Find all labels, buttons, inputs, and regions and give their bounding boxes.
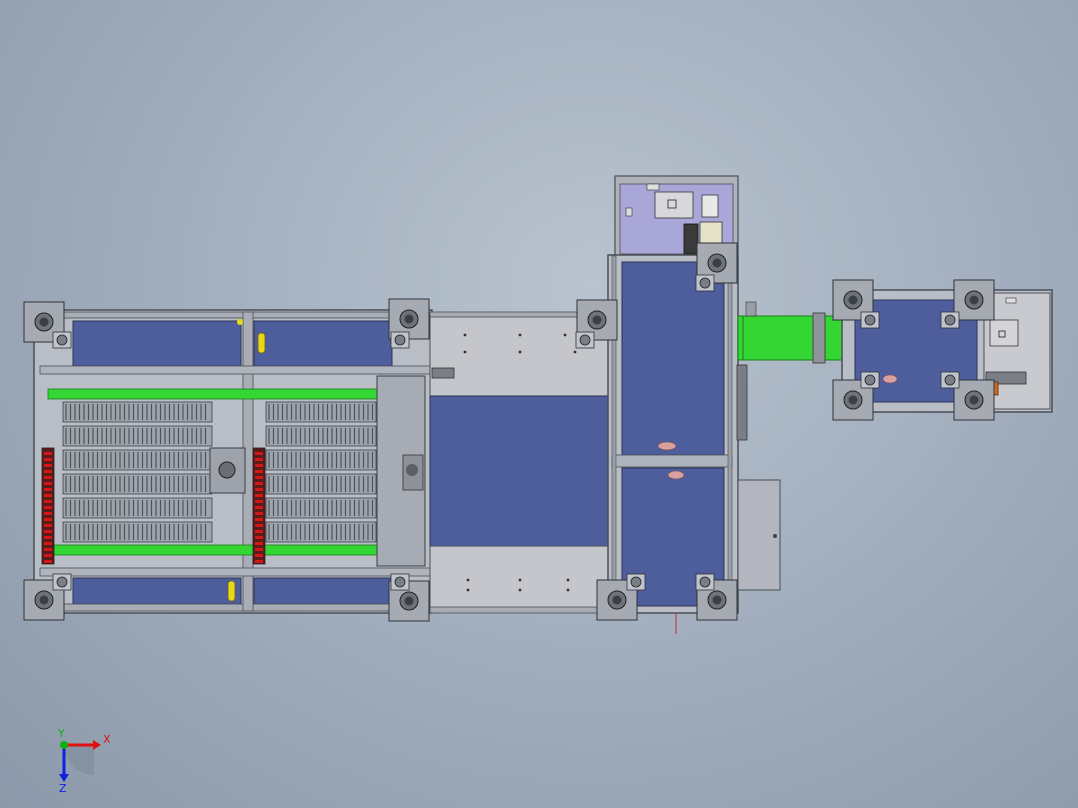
- left-bottom-panel-a: [72, 577, 242, 605]
- left-top-panel-a: [72, 320, 242, 367]
- middle-bottom-plate: [429, 545, 609, 613]
- coordinate-triad: X Y Z: [57, 727, 111, 795]
- z-axis-label: Z: [59, 782, 67, 795]
- leveling-foot: [940, 371, 960, 389]
- leveling-foot: [52, 331, 72, 349]
- middle-transfer-section: [429, 311, 616, 614]
- y-axis-label: Y: [57, 727, 65, 740]
- leveling-foot: [940, 311, 960, 329]
- corner-bracket: [953, 279, 995, 321]
- center-tall-module: [607, 175, 781, 634]
- left-bottom-panel-b: [253, 577, 393, 605]
- left-main-module: [33, 309, 433, 614]
- conveyor-assembly-drawing: X Y Z: [23, 175, 1053, 795]
- leveling-foot: [575, 331, 595, 349]
- x-axis-label: X: [103, 733, 111, 746]
- leveling-foot: [52, 573, 72, 591]
- yellow-slot-top: [257, 332, 266, 354]
- leveling-foot: [860, 311, 880, 329]
- leveling-foot: [695, 573, 715, 591]
- corner-bracket: [953, 379, 995, 421]
- leveling-foot: [695, 274, 715, 292]
- y-axis-dot: [60, 741, 68, 749]
- leveling-foot: [626, 573, 646, 591]
- yellow-slot-bottom: [227, 580, 236, 602]
- left-belt-top: [47, 388, 379, 400]
- middle-blue-panel: [429, 395, 609, 547]
- green-connector-belt: [737, 301, 844, 364]
- leveling-foot: [390, 573, 410, 591]
- leveling-foot: [860, 371, 880, 389]
- leveling-foot: [390, 331, 410, 349]
- left-top-panel-b: [253, 320, 393, 367]
- left-belt-bottom: [47, 544, 379, 556]
- cad-viewport[interactable]: X Y Z: [0, 0, 1078, 808]
